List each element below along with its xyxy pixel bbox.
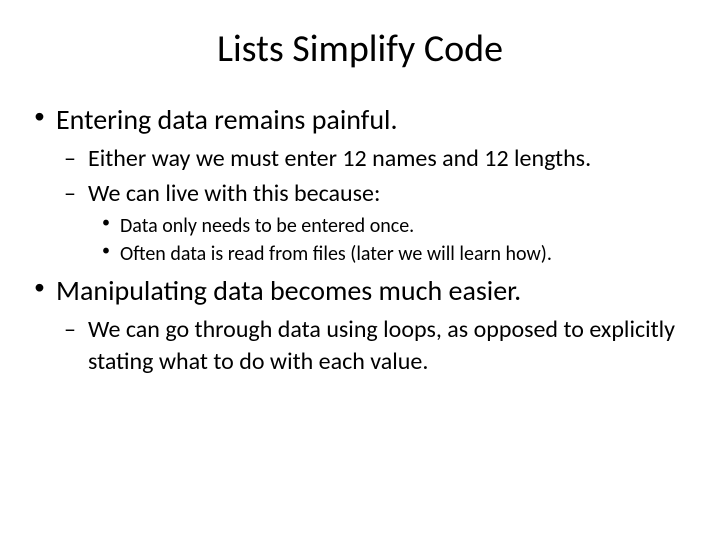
bullet-text: Data only needs to be entered once. bbox=[120, 214, 414, 238]
bullet-text: Often data is read from files (later we … bbox=[120, 242, 552, 266]
bullet-text: Either way we must enter 12 names and 12… bbox=[88, 144, 591, 173]
slide-title: Lists Simplify Code bbox=[0, 26, 720, 72]
bullet-l3-item: Often data is read from files (later we … bbox=[98, 241, 692, 267]
slide: Lists Simplify Code Entering data remain… bbox=[0, 26, 720, 540]
bullet-text: We can go through data using loops, as o… bbox=[88, 315, 675, 375]
bullet-l2-item: Either way we must enter 12 names and 12… bbox=[60, 143, 692, 174]
slide-body: Entering data remains painful. Either wa… bbox=[0, 102, 720, 377]
bullet-l2-item: We can live with this because: Data only… bbox=[60, 178, 692, 267]
bullet-list-l2: We can go through data using loops, as o… bbox=[56, 314, 692, 376]
bullet-l1-item: Entering data remains painful. Either wa… bbox=[28, 102, 692, 267]
bullet-list-l1: Entering data remains painful. Either wa… bbox=[28, 102, 692, 377]
bullet-text: Manipulating data becomes much easier. bbox=[56, 273, 521, 308]
bullet-l1-item: Manipulating data becomes much easier. W… bbox=[28, 273, 692, 376]
bullet-text: Entering data remains painful. bbox=[56, 102, 398, 137]
bullet-list-l2: Either way we must enter 12 names and 12… bbox=[56, 143, 692, 267]
bullet-text: We can live with this because: bbox=[88, 179, 380, 208]
bullet-list-l3: Data only needs to be entered once. Ofte… bbox=[88, 213, 692, 267]
bullet-l2-item: We can go through data using loops, as o… bbox=[60, 314, 692, 376]
bullet-l3-item: Data only needs to be entered once. bbox=[98, 213, 692, 239]
